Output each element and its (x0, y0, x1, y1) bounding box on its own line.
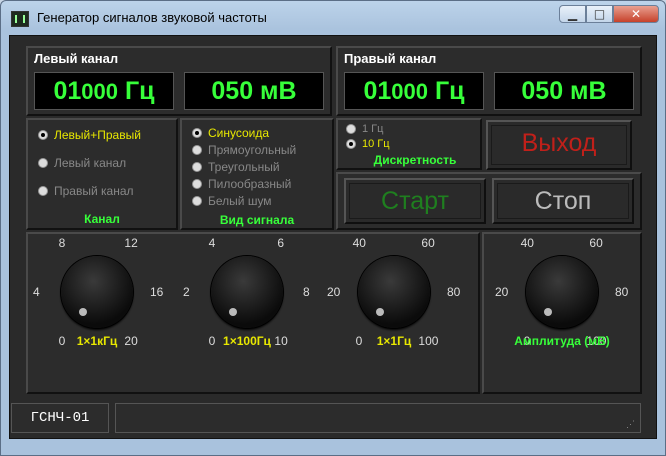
left-freq-main: 01 (53, 77, 82, 105)
radio-step-1hz[interactable]: 1 Гц (346, 123, 383, 135)
right-amp-display[interactable]: 050 мВ (494, 72, 634, 110)
knob-tick-label: 16 (150, 285, 164, 299)
knob-tick-label: 60 (421, 235, 435, 250)
radio-dot (38, 130, 48, 140)
exit-button[interactable]: Выход (486, 120, 632, 170)
knob-indicator-dot (229, 307, 238, 316)
radio-left-channel[interactable]: Левый канал (38, 156, 126, 170)
knob-tick-label: 80 (447, 285, 461, 299)
knob-caption: 1×100Гц (223, 334, 271, 348)
button-frame (497, 183, 629, 219)
status-message: ⋰ (115, 403, 641, 433)
knob-1[interactable] (61, 256, 133, 328)
knob-indicator-dot (376, 307, 385, 316)
radio-label: 10 Гц (362, 138, 390, 150)
right-freq-unit: Гц (434, 77, 465, 105)
radio-dot (192, 128, 202, 138)
radio-dot (192, 196, 202, 206)
status-bar: ГСНЧ-01 ⋰ (11, 403, 659, 433)
button-frame (491, 125, 627, 165)
left-channel-label: Левый канал (34, 51, 119, 66)
knob-tick-label: 6 (277, 235, 285, 250)
radio-triangle[interactable]: Треугольный (192, 160, 280, 174)
maximize-button[interactable]: □ (586, 5, 613, 23)
knob-tick-label: 12 (124, 235, 138, 250)
button-frame (349, 183, 481, 219)
knob-caption: 1×1Гц (376, 334, 412, 348)
knob-tick-label: 40 (352, 235, 366, 250)
left-amp-display[interactable]: 050 мВ (184, 72, 324, 110)
discrete-panel: 1 Гц 10 Гц Дискретность (336, 118, 482, 170)
radio-sine[interactable]: Синусоида (192, 126, 269, 140)
radio-white-noise[interactable]: Белый шум (192, 194, 272, 208)
knob-caption: 1×1кГц (76, 334, 118, 348)
radio-label: Синусоида (208, 126, 270, 140)
discrete-caption: Дискретность (373, 153, 457, 167)
radio-label: 1 Гц (362, 123, 384, 135)
left-freq-small: 000 (81, 79, 119, 104)
knob-tick-label: 2 (183, 285, 190, 299)
radio-dot (192, 145, 202, 155)
knob-tick-label: 20 (495, 285, 509, 299)
left-channel-panel: Левый канал 01000 Гц 050 мВ (26, 46, 332, 116)
knob-caption: Амплитуда (мВ) (514, 334, 610, 348)
channel-caption: Канал (84, 212, 120, 226)
resize-grip-icon[interactable]: ⋰ (626, 419, 636, 429)
radio-label: Пилообразный (208, 177, 292, 191)
right-freq-display[interactable]: 01000 Гц (344, 72, 484, 110)
knob-3[interactable] (358, 256, 430, 328)
radio-label: Левый+Правый (54, 128, 141, 142)
knob-tick-label: 40 (520, 235, 534, 250)
app-window: Генератор сигналов звуковой частоты ▁ □ … (0, 0, 666, 456)
radio-dot (38, 186, 48, 196)
radio-step-10hz[interactable]: 10 Гц (346, 138, 390, 150)
radio-dot (346, 139, 356, 149)
radio-square[interactable]: Прямоугольный (192, 143, 296, 157)
knob-2[interactable] (211, 256, 283, 328)
radio-label: Правый канал (54, 184, 134, 198)
knob-tick-label: 4 (33, 285, 40, 299)
radio-right-channel[interactable]: Правый канал (38, 184, 134, 198)
radio-sawtooth[interactable]: Пилообразный (192, 177, 291, 191)
radio-dot (346, 124, 356, 134)
waveform-caption: Вид сигнала (219, 213, 295, 227)
knob-tick-label: 4 (208, 235, 216, 250)
close-button[interactable]: ✕ (613, 5, 659, 23)
knob-indicator-dot (79, 307, 88, 316)
knob-tick-label: 80 (615, 285, 629, 299)
channel-panel: Левый+Правый Левый канал Правый канал Ка… (26, 118, 178, 230)
radio-label: Треугольный (208, 160, 280, 174)
start-button[interactable]: Старт (344, 178, 486, 224)
waveform-panel: Синусоида Прямоугольный Треугольный Пило… (180, 118, 334, 230)
knob-indicator-dot (544, 307, 553, 316)
right-freq-main: 01 (363, 77, 392, 105)
knob-tick-label: 20 (327, 285, 341, 299)
knob-tick-label: 8 (58, 235, 66, 250)
right-freq-small: 000 (391, 79, 429, 104)
radio-label: Левый канал (54, 156, 127, 170)
knob-tick-label: 60 (589, 235, 603, 250)
radio-dot (192, 162, 202, 172)
app-icon (11, 11, 29, 27)
radio-label: Белый шум (208, 194, 272, 208)
knob-4[interactable] (526, 256, 598, 328)
window-title: Генератор сигналов звуковой частоты (37, 10, 267, 25)
title-bar[interactable]: Генератор сигналов звуковой частоты ▁ □ … (1, 1, 665, 35)
radio-dot (192, 179, 202, 189)
radio-both-channels[interactable]: Левый+Правый (38, 128, 141, 142)
right-channel-label: Правый канал (344, 51, 437, 66)
minimize-button[interactable]: ▁ (559, 5, 586, 23)
control-panel: Старт Стоп (336, 172, 642, 230)
radio-dot (38, 158, 48, 168)
stop-button[interactable]: Стоп (492, 178, 634, 224)
radio-label: Прямоугольный (208, 143, 297, 157)
right-channel-panel: Правый канал 01000 Гц 050 мВ (336, 46, 642, 116)
client-area: Левый канал 01000 Гц 050 мВ Правый канал… (9, 35, 657, 439)
knob-tick-label: 8 (303, 285, 310, 299)
device-label: ГСНЧ-01 (11, 403, 109, 433)
left-freq-display[interactable]: 01000 Гц (34, 72, 174, 110)
left-freq-unit: Гц (124, 77, 155, 105)
